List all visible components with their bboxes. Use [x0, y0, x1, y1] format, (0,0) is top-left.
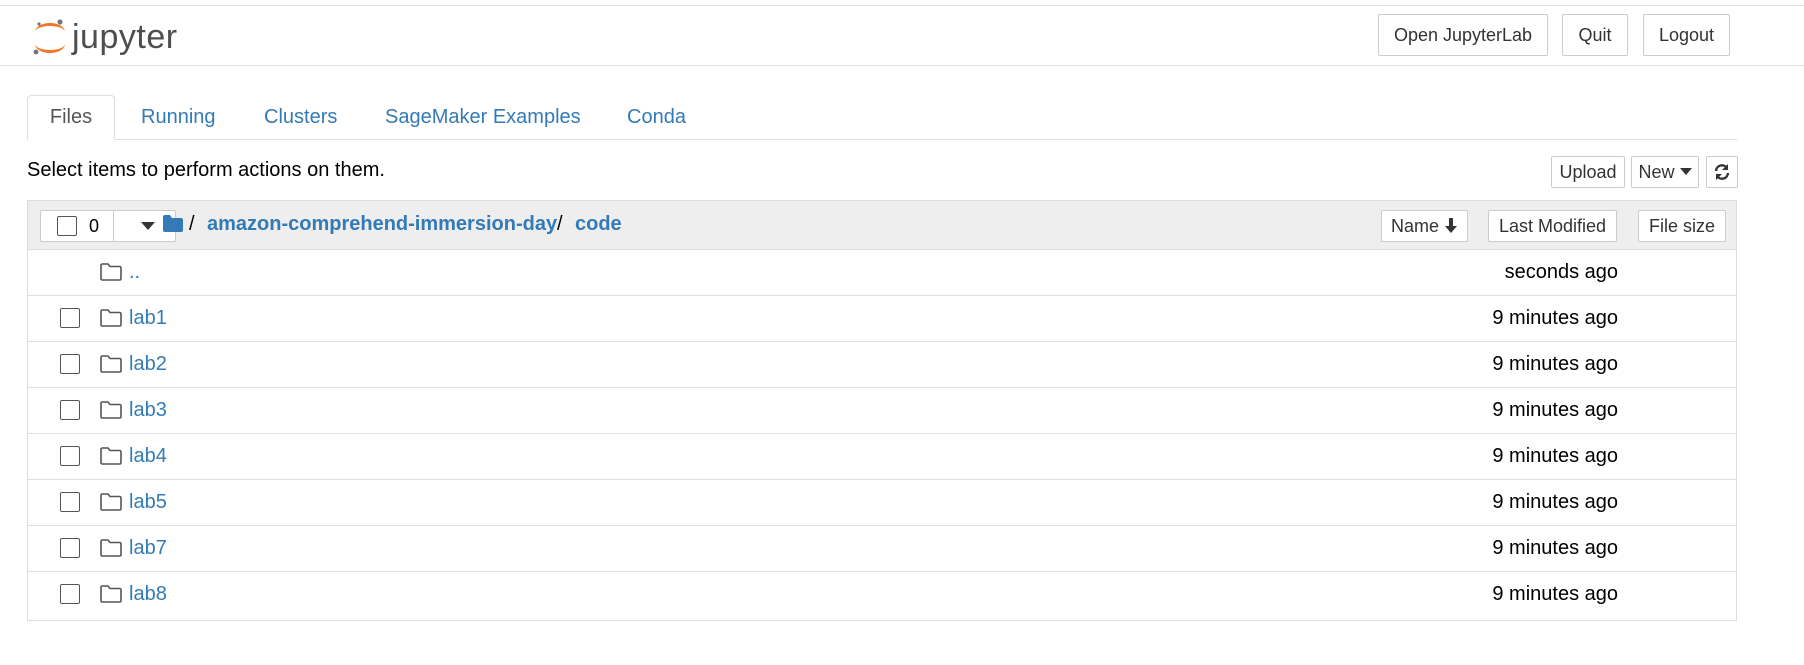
- list-item-modified: 9 minutes ago: [1492, 307, 1618, 329]
- folder-open-icon: [100, 493, 122, 511]
- list-item-modified: 9 minutes ago: [1492, 445, 1618, 467]
- row-checkbox[interactable]: [60, 308, 80, 328]
- list-item-modified: 9 minutes ago: [1492, 399, 1618, 421]
- folder-open-icon: [100, 539, 122, 557]
- new-button-label: New: [1638, 161, 1675, 182]
- selected-count: 0: [89, 216, 100, 236]
- folder-open-icon: [100, 355, 122, 373]
- jupyter-logo-icon: [33, 19, 65, 55]
- list-item-name[interactable]: lab3: [129, 399, 167, 422]
- file-list-header: 0 / amazon-comprehend-immersion-day / co…: [28, 201, 1736, 250]
- row-checkbox[interactable]: [60, 446, 80, 466]
- list-item[interactable]: lab1 9 minutes ago: [28, 296, 1736, 342]
- list-item-name[interactable]: lab8: [129, 583, 167, 606]
- list-item[interactable]: lab5 9 minutes ago: [28, 480, 1736, 526]
- list-item[interactable]: lab2 9 minutes ago: [28, 342, 1736, 388]
- breadcrumb-amazon-comprehend-immersion-day[interactable]: amazon-comprehend-immersion-day: [207, 213, 557, 236]
- folder-open-icon: [100, 309, 122, 327]
- file-list: 0 / amazon-comprehend-immersion-day / co…: [27, 200, 1737, 621]
- breadcrumb-separator: /: [557, 213, 563, 235]
- jupyter-logo[interactable]: jupyter: [32, 16, 242, 60]
- tab-sagemaker-examples[interactable]: SageMaker Examples: [385, 95, 581, 139]
- tab-conda[interactable]: Conda: [627, 95, 686, 139]
- name-column-label: Name: [1390, 215, 1439, 236]
- folder-icon[interactable]: [163, 215, 183, 232]
- folder-open-icon: [100, 401, 122, 419]
- open-jupyterlab-button[interactable]: Open JupyterLab: [1378, 14, 1548, 56]
- sort-by-last-modified-button[interactable]: Last Modified: [1488, 210, 1617, 242]
- list-item[interactable]: lab7 9 minutes ago: [28, 526, 1736, 572]
- divider: [113, 211, 114, 241]
- upload-button[interactable]: Upload: [1551, 156, 1625, 188]
- folder-open-icon: [100, 585, 122, 603]
- sort-by-file-size-button[interactable]: File size: [1638, 210, 1726, 242]
- list-item-name[interactable]: lab1: [129, 307, 167, 330]
- list-item-name[interactable]: lab5: [129, 491, 167, 514]
- row-checkbox[interactable]: [60, 538, 80, 558]
- list-item-modified: seconds ago: [1504, 261, 1618, 283]
- header-bar: jupyter Open JupyterLab Quit Logout: [0, 6, 1804, 66]
- select-all-checkbox[interactable]: [57, 216, 77, 236]
- list-item-modified: 9 minutes ago: [1492, 537, 1618, 559]
- list-item[interactable]: lab3 9 minutes ago: [28, 388, 1736, 434]
- arrow-down-icon: [1445, 218, 1457, 233]
- row-checkbox[interactable]: [60, 400, 80, 420]
- list-item[interactable]: lab8 9 minutes ago: [28, 572, 1736, 618]
- list-item-name[interactable]: lab4: [129, 445, 167, 468]
- row-checkbox[interactable]: [60, 492, 80, 512]
- tab-running[interactable]: Running: [141, 95, 216, 139]
- new-dropdown-button[interactable]: New: [1631, 156, 1699, 188]
- breadcrumb-separator: /: [189, 213, 195, 235]
- tab-clusters[interactable]: Clusters: [264, 95, 337, 139]
- refresh-button[interactable]: [1706, 156, 1738, 188]
- list-item[interactable]: lab4 9 minutes ago: [28, 434, 1736, 480]
- sort-by-name-button[interactable]: Name: [1381, 210, 1468, 242]
- selection-hint: Select items to perform actions on them.: [27, 159, 385, 181]
- folder-open-icon: [100, 263, 122, 281]
- list-item-modified: 9 minutes ago: [1492, 353, 1618, 375]
- logout-button[interactable]: Logout: [1643, 14, 1730, 56]
- refresh-icon: [1714, 164, 1730, 180]
- tab-files[interactable]: Files: [27, 95, 115, 140]
- list-item-modified: 9 minutes ago: [1492, 491, 1618, 513]
- quit-button[interactable]: Quit: [1562, 14, 1628, 56]
- logo-text: jupyter: [72, 18, 178, 56]
- list-item-name[interactable]: lab2: [129, 353, 167, 376]
- tab-bar: Files Running Clusters SageMaker Example…: [27, 95, 1737, 140]
- row-checkbox[interactable]: [60, 584, 80, 604]
- breadcrumb-code[interactable]: code: [575, 213, 622, 236]
- list-item-name[interactable]: ..: [129, 261, 140, 284]
- row-checkbox[interactable]: [60, 354, 80, 374]
- folder-open-icon: [100, 447, 122, 465]
- list-item-modified: 9 minutes ago: [1492, 583, 1618, 605]
- list-item-parent-dir[interactable]: .. seconds ago: [28, 250, 1736, 296]
- caret-down-icon: [1679, 168, 1692, 175]
- select-all-group: 0: [40, 210, 176, 242]
- list-item-name[interactable]: lab7: [129, 537, 167, 560]
- caret-down-icon: [141, 222, 155, 230]
